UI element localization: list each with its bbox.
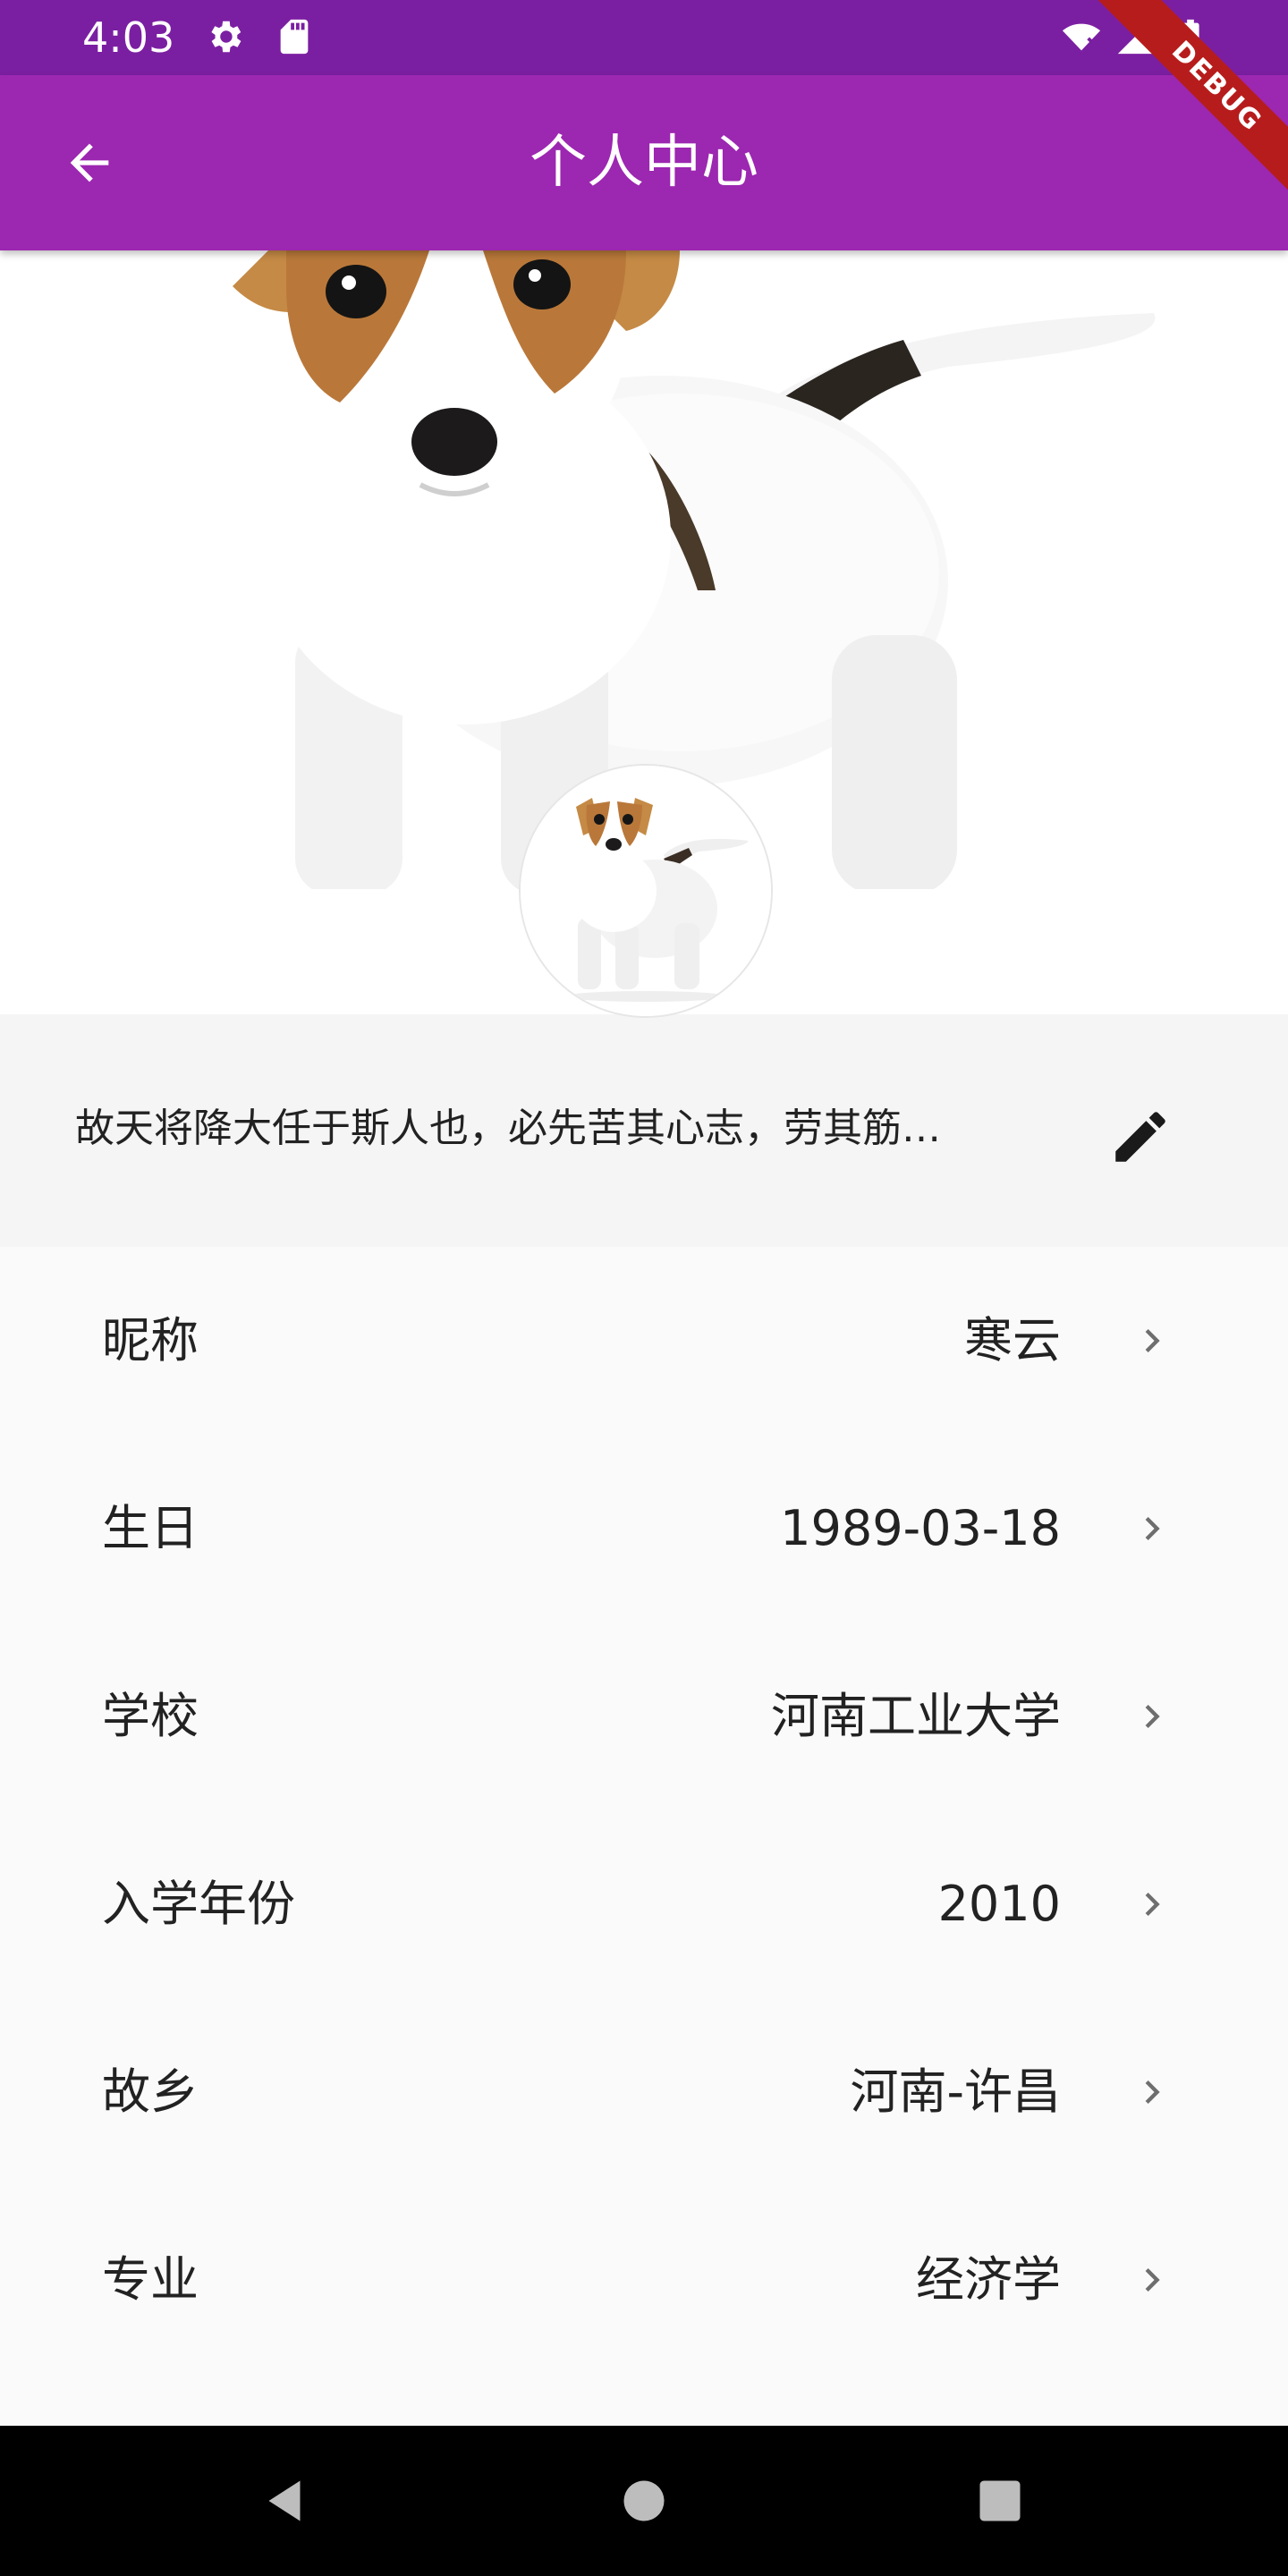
info-value: 河南-许昌 bbox=[850, 2063, 1062, 2120]
info-row-enrollment-year[interactable]: 入学年份 2010 bbox=[0, 1810, 1288, 1998]
chevron-right-icon bbox=[1145, 1329, 1160, 1352]
chevron-right-icon bbox=[1145, 1893, 1160, 1916]
chevron-right-icon bbox=[1145, 2268, 1160, 2292]
nav-recents-button[interactable] bbox=[964, 2465, 1036, 2537]
sd-card-icon bbox=[280, 19, 309, 55]
back-button[interactable] bbox=[47, 120, 132, 206]
nav-home-button[interactable] bbox=[608, 2465, 680, 2537]
info-label: 昵称 bbox=[102, 1312, 199, 1368]
gear-icon bbox=[211, 21, 242, 53]
puppy-avatar bbox=[521, 766, 771, 1016]
info-row-hometown[interactable]: 故乡 河南-许昌 bbox=[0, 1998, 1288, 2186]
status-bar: 4:03 bbox=[0, 0, 1288, 75]
info-value: 寒云 bbox=[964, 1312, 1061, 1368]
system-nav-bar bbox=[0, 2426, 1288, 2576]
chevron-right-icon bbox=[1145, 1517, 1160, 1540]
status-time: 4:03 bbox=[82, 13, 175, 62]
recents-square-icon bbox=[979, 2480, 1021, 2521]
info-label: 生日 bbox=[102, 1500, 199, 1556]
pencil-icon bbox=[1115, 1112, 1165, 1162]
motto-text: 故天将降大任于斯人也，必先苦其心志，劳其筋… bbox=[75, 1106, 941, 1151]
page-title: 个人中心 bbox=[530, 130, 758, 196]
nav-back-button[interactable] bbox=[249, 2465, 320, 2537]
wifi-icon bbox=[1062, 23, 1101, 51]
info-row-school[interactable]: 学校 河南工业大学 bbox=[0, 1623, 1288, 1810]
app-bar: 个人中心 bbox=[0, 75, 1288, 250]
info-label: 学校 bbox=[102, 1688, 199, 1744]
info-row-major[interactable]: 专业 经济学 bbox=[0, 2186, 1288, 2374]
info-row-birthday[interactable]: 生日 1989-03-18 bbox=[0, 1435, 1288, 1623]
info-label: 故乡 bbox=[102, 2063, 199, 2120]
info-value: 2010 bbox=[937, 1876, 1061, 1932]
motto-row: 故天将降大任于斯人也，必先苦其心志，劳其筋… bbox=[0, 1014, 1288, 1247]
chevron-right-icon bbox=[1145, 1705, 1160, 1728]
info-value: 1989-03-18 bbox=[780, 1500, 1061, 1556]
info-value: 河南工业大学 bbox=[771, 1688, 1061, 1744]
back-triangle-icon bbox=[268, 2480, 301, 2521]
info-label: 专业 bbox=[102, 2251, 199, 2308]
info-label: 入学年份 bbox=[102, 1876, 295, 1932]
profile-screen: 4:03 DEBUG 个人中心 故天将降大任于斯人也，必先苦其心志，劳其筋… 昵… bbox=[0, 0, 1288, 2576]
info-row-nickname[interactable]: 昵称 寒云 bbox=[0, 1247, 1288, 1435]
home-circle-icon bbox=[623, 2480, 665, 2521]
avatar[interactable] bbox=[519, 764, 773, 1018]
info-value: 经济学 bbox=[916, 2251, 1061, 2308]
arrow-back-icon bbox=[70, 143, 109, 182]
chevron-right-icon bbox=[1145, 2080, 1160, 2104]
edit-motto-button[interactable] bbox=[1100, 1097, 1181, 1177]
